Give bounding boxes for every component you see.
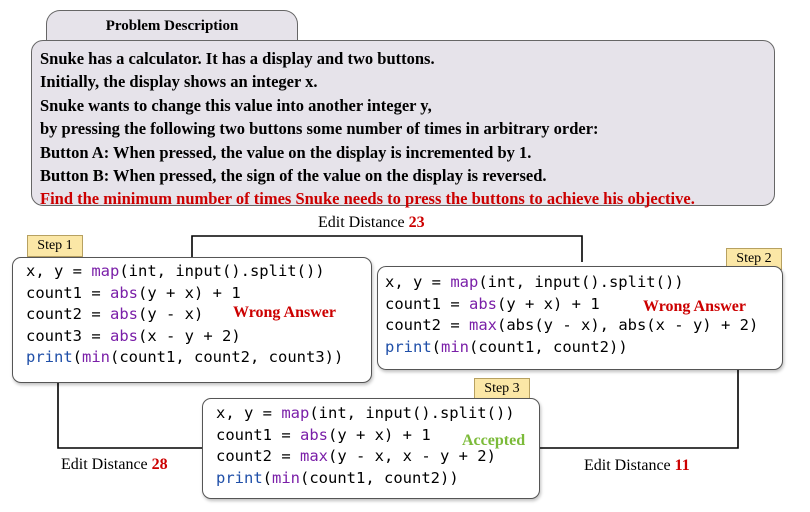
code-builtin-token: print: [216, 469, 263, 487]
code-token: (y + x) + 1: [497, 295, 600, 313]
code-token: count2 =: [26, 305, 110, 323]
code-token: x, y =: [26, 262, 91, 280]
code-line: print(min(count1, count2)): [216, 468, 515, 490]
problem-description-panel: Snuke has a calculator. It has a display…: [31, 40, 775, 206]
code-token: (int, input().split()): [119, 262, 324, 280]
edit-distance-label: Edit Distance: [318, 214, 405, 231]
code-line: count3 = abs(x - y + 2): [26, 326, 343, 348]
code-line: count2 = max(abs(y - x), abs(x - y) + 2): [385, 315, 758, 337]
code-token: (: [432, 338, 441, 356]
problem-line: by pressing the following two buttons so…: [40, 117, 774, 140]
code-token: count1 =: [385, 295, 469, 313]
edit-distance-value: 11: [675, 457, 690, 474]
code-line: print(min(count1, count2)): [385, 337, 758, 359]
code-token: (y + x) + 1: [138, 284, 241, 302]
code-token: (abs(y - x), abs(x - y) + 2): [497, 316, 758, 334]
code-token: count1 =: [216, 426, 300, 444]
edge-step2-step3: [540, 370, 738, 448]
problem-description-tab: Problem Description: [46, 10, 298, 42]
step3-tag: Step 3: [474, 378, 530, 400]
code-function-token: map: [450, 273, 478, 291]
code-function-token: max: [300, 447, 328, 465]
code-line: x, y = map(int, input().split()): [385, 272, 758, 294]
code-builtin-token: print: [385, 338, 432, 356]
code-token: (count1, count2)): [300, 469, 459, 487]
code-token: (: [263, 469, 272, 487]
step1-code-box: x, y = map(int, input().split())count1 =…: [12, 257, 372, 383]
step3-code-box: x, y = map(int, input().split())count1 =…: [202, 398, 540, 499]
problem-line: Snuke has a calculator. It has a display…: [40, 47, 774, 70]
code-function-token: abs: [110, 284, 138, 302]
code-token: x, y =: [216, 404, 281, 422]
code-line: count1 = abs(y + x) + 1: [26, 283, 343, 305]
code-token: count3 =: [26, 327, 110, 345]
code-token: x, y =: [385, 273, 450, 291]
code-function-token: abs: [110, 305, 138, 323]
code-line: x, y = map(int, input().split()): [26, 261, 343, 283]
code-function-token: map: [91, 262, 119, 280]
step2-verdict: Wrong Answer: [643, 298, 746, 316]
problem-line: Button A: When pressed, the value on the…: [40, 141, 774, 164]
code-token: (x - y + 2): [138, 327, 241, 345]
edit-distance-step1-step2: Edit Distance 23: [318, 214, 425, 232]
code-function-token: map: [281, 404, 309, 422]
code-token: (count1, count2, count3)): [110, 348, 343, 366]
step1-tag: Step 1: [27, 235, 83, 257]
code-function-token: abs: [110, 327, 138, 345]
edit-distance-label: Edit Distance: [61, 456, 148, 473]
edge-step1-step3: [58, 380, 202, 448]
edit-distance-value: 23: [409, 214, 425, 231]
code-token: (: [73, 348, 82, 366]
step2-code-box: x, y = map(int, input().split())count1 =…: [377, 266, 783, 370]
problem-objective: Find the minimum number of times Snuke n…: [40, 187, 774, 210]
code-function-token: min: [441, 338, 469, 356]
step1-verdict: Wrong Answer: [233, 304, 336, 322]
code-function-token: abs: [300, 426, 328, 444]
code-token: (y - x): [138, 305, 203, 323]
code-token: (int, input().split()): [309, 404, 514, 422]
step3-verdict: Accepted: [462, 432, 525, 450]
code-token: (int, input().split()): [478, 273, 683, 291]
code-function-token: max: [469, 316, 497, 334]
edit-distance-label: Edit Distance: [584, 457, 671, 474]
code-function-token: min: [272, 469, 300, 487]
code-function-token: abs: [469, 295, 497, 313]
code-token: count1 =: [26, 284, 110, 302]
code-token: count2 =: [385, 316, 469, 334]
code-token: count2 =: [216, 447, 300, 465]
problem-line: Initially, the display shows an integer …: [40, 70, 774, 93]
problem-line: Snuke wants to change this value into an…: [40, 94, 774, 117]
code-builtin-token: print: [26, 348, 73, 366]
edit-distance-step1-step3: Edit Distance 28: [61, 456, 168, 474]
problem-line: Button B: When pressed, the sign of the …: [40, 164, 774, 187]
code-function-token: min: [82, 348, 110, 366]
edit-distance-value: 28: [152, 456, 168, 473]
edit-distance-step2-step3: Edit Distance 11: [584, 457, 690, 475]
code-token: (y + x) + 1: [328, 426, 431, 444]
code-line: x, y = map(int, input().split()): [216, 403, 515, 425]
code-token: (count1, count2)): [469, 338, 628, 356]
code-line: print(min(count1, count2, count3)): [26, 347, 343, 369]
